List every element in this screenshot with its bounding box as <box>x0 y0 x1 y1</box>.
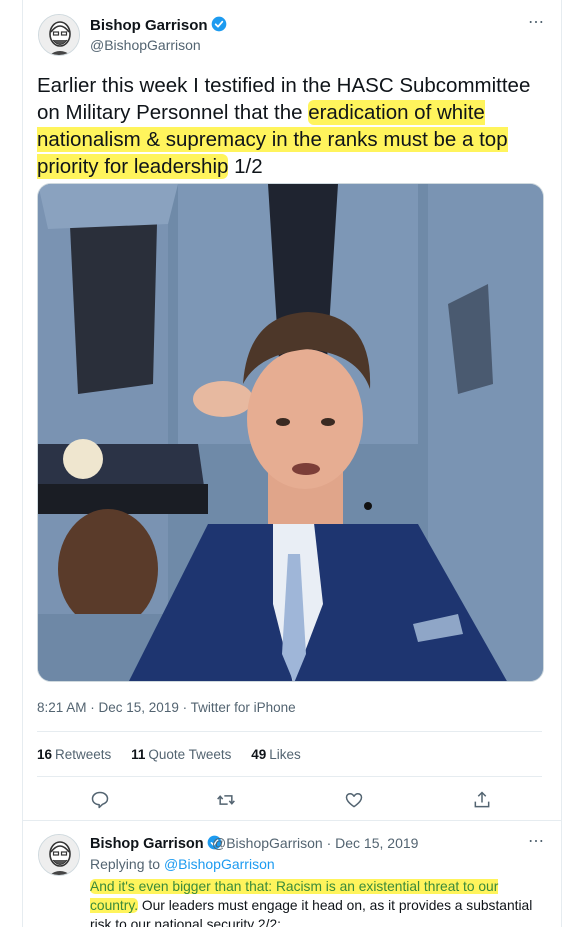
reply-author-name-text[interactable]: Bishop Garrison <box>90 836 204 852</box>
reply-avatar[interactable] <box>38 834 80 876</box>
quote-tweets-label: Quote Tweets <box>148 747 232 762</box>
reply-text: And it's even bigger than that: Racism i… <box>90 877 545 927</box>
reply-handle-date[interactable]: @BishopGarrison · Dec 15, 2019 <box>212 835 418 851</box>
author-handle[interactable]: @BishopGarrison <box>90 37 201 53</box>
reply-text-rest: Our leaders must engage it head on, as i… <box>90 898 533 927</box>
reply-more-icon[interactable]: ⋯ <box>528 831 545 851</box>
author-name[interactable]: Bishop Garrison <box>90 16 227 36</box>
quote-tweets-count: 11 <box>131 747 146 762</box>
retweet-icon[interactable] <box>216 790 236 810</box>
tweet-video[interactable] <box>37 183 544 682</box>
reply-author-name[interactable]: Bishop Garrison <box>90 835 222 854</box>
share-icon[interactable] <box>472 790 492 810</box>
divider <box>22 820 562 821</box>
replying-to: Replying to @BishopGarrison <box>90 856 275 872</box>
likes-label: Likes <box>269 747 301 762</box>
likes-stat[interactable]: 49 Likes <box>251 747 301 762</box>
divider <box>37 776 542 777</box>
author-name-text[interactable]: Bishop Garrison <box>90 17 208 34</box>
retweets-count: 16 <box>37 747 53 762</box>
tweet-text: Earlier this week I testified in the HAS… <box>37 72 542 180</box>
more-icon[interactable]: ⋯ <box>528 12 545 32</box>
avatar[interactable] <box>38 14 80 56</box>
verified-badge-icon <box>211 16 227 36</box>
retweets-stat[interactable]: 16 Retweets <box>37 747 111 762</box>
quote-tweets-stat[interactable]: 11 Quote Tweets <box>131 747 231 762</box>
tweet-meta: 8:21 AM · Dec 15, 2019 · Twitter for iPh… <box>37 700 296 715</box>
likes-count: 49 <box>251 747 267 762</box>
divider <box>37 731 542 732</box>
video-frame-image <box>38 184 543 681</box>
like-icon[interactable] <box>344 790 364 810</box>
tweet-stats: 16 Retweets 11 Quote Tweets 49 Likes <box>37 747 317 762</box>
tweet-text-end: 1/2 <box>228 155 263 178</box>
reply-icon[interactable] <box>90 790 110 810</box>
retweets-label: Retweets <box>55 747 112 762</box>
replying-to-prefix: Replying to <box>90 856 164 872</box>
replying-to-handle-link[interactable]: @BishopGarrison <box>164 856 275 872</box>
